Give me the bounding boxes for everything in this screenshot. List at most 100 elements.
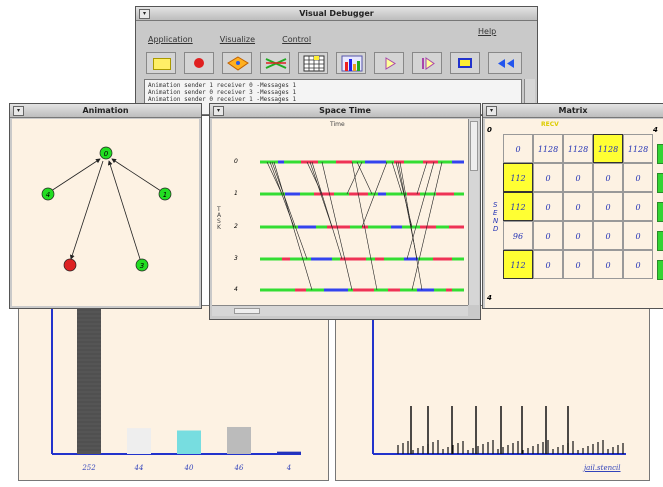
matrix-cell[interactable]: 0 <box>593 163 623 192</box>
matrix-side-tab[interactable] <box>657 231 663 251</box>
window-menu-icon[interactable]: ▾ <box>213 106 224 116</box>
diamond-icon <box>227 56 249 71</box>
matrix-title: Matrix <box>558 106 588 115</box>
node-1: 1 <box>158 187 172 201</box>
bar <box>277 451 301 454</box>
bar-value-label: 4 <box>286 464 291 472</box>
record-icon <box>194 58 204 68</box>
space-time-title: Space Time <box>319 106 371 115</box>
message-line <box>311 161 343 260</box>
matrix-cell[interactable]: 1128 <box>563 134 593 163</box>
scroll-thumb[interactable] <box>470 121 478 171</box>
matrix-cell[interactable]: 96 <box>503 221 533 250</box>
visual-debugger-window: ▾ Visual Debugger Application Visualize … <box>135 6 538 116</box>
svg-text:0: 0 <box>104 150 109 158</box>
tool-stop-button[interactable] <box>450 52 480 74</box>
matrix-cell[interactable]: 1128 <box>533 134 563 163</box>
log-line: Animation sender 0 receiver 1 -Messages … <box>148 96 297 103</box>
animation-graph: 0 4 1 3 <box>41 146 172 272</box>
matrix-cell[interactable]: 0 <box>533 221 563 250</box>
node-red <box>63 258 77 272</box>
matrix-cell[interactable]: 0 <box>623 192 653 221</box>
bar-value-label: 40 <box>184 464 194 472</box>
matrix-cell[interactable]: 0 <box>533 250 563 279</box>
matrix-cell[interactable]: 0 <box>593 250 623 279</box>
matrix-cell[interactable]: 0 <box>623 163 653 192</box>
corner-label: 4 <box>487 294 492 302</box>
animation-titlebar[interactable]: ▾ Animation <box>10 104 201 118</box>
stop-icon <box>458 58 472 68</box>
spike-plot-window: jail.stencil <box>335 305 650 481</box>
log-line: Animation sender 1 receiver 0 -Messages … <box>148 82 297 89</box>
svg-text:1: 1 <box>163 191 167 199</box>
matrix-grid: 0 1128 1128 1128 1128 112 0 0 0 0 112 0 0 0 0 96 0 0 0 0 112… <box>503 134 663 279</box>
matrix-cell[interactable]: 0 <box>623 250 653 279</box>
window-menu-icon[interactable]: ▾ <box>139 9 150 19</box>
arrows-icon <box>265 58 287 69</box>
matrix-side-tab[interactable] <box>657 144 663 164</box>
tool-grid-button[interactable] <box>298 52 328 74</box>
bar <box>227 426 251 454</box>
tool-arrows-button[interactable] <box>260 52 290 74</box>
matrix-cell[interactable]: 0 <box>593 221 623 250</box>
edge <box>111 158 165 194</box>
animation-title: Animation <box>82 106 129 115</box>
spike-plot-label: jail.stencil <box>584 464 621 472</box>
menu-help[interactable]: Help <box>478 27 496 36</box>
matrix-cell[interactable]: 112 <box>503 163 533 192</box>
matrix-cell[interactable]: 0 <box>593 192 623 221</box>
matrix-cell[interactable]: 0 <box>623 221 653 250</box>
message-line <box>416 161 428 195</box>
play-icon <box>385 57 396 70</box>
matrix-cell[interactable]: 0 <box>563 250 593 279</box>
edge <box>47 158 101 194</box>
matrix-side-tab[interactable] <box>657 260 663 280</box>
matrix-titlebar[interactable]: ▾ Matrix <box>483 104 663 118</box>
matrix-cell[interactable]: 112 <box>503 192 533 221</box>
bar <box>177 430 201 454</box>
tool-step-button[interactable] <box>412 52 442 74</box>
bar <box>127 428 151 454</box>
tool-record-button[interactable] <box>184 52 214 74</box>
matrix-cell[interactable]: 112 <box>503 250 533 279</box>
matrix-side-tab[interactable] <box>657 173 663 193</box>
matrix-cell[interactable]: 0 <box>533 163 563 192</box>
space-time-hscroll[interactable] <box>212 305 468 316</box>
tool-rewind-button[interactable] <box>488 52 522 74</box>
tool-diamond-button[interactable] <box>222 52 252 74</box>
matrix-cell[interactable]: 1128 <box>623 134 653 163</box>
menu-application[interactable]: Application <box>148 35 193 44</box>
log-line: Animation sender 0 receiver 3 -Messages … <box>148 89 297 96</box>
menu-visualize[interactable]: Visualize <box>220 35 255 44</box>
node-0: 0 <box>99 146 113 160</box>
tool-rectangle-button[interactable] <box>146 52 176 74</box>
matrix-canvas: 0 RECV 4 SEND 4 0 1128 1128 1128 1128 112 0 0 0 0… <box>485 119 663 308</box>
tool-bar-chart-button[interactable] <box>336 52 366 74</box>
visual-debugger-titlebar[interactable]: ▾ Visual Debugger <box>136 7 537 21</box>
matrix-side-tab[interactable] <box>657 202 663 222</box>
matrix-cell[interactable]: 1128 <box>593 134 623 163</box>
matrix-cell[interactable]: 0 <box>533 192 563 221</box>
spike-plot <box>372 306 626 455</box>
scroll-thumb[interactable] <box>234 308 260 314</box>
bar-chart-window: 252 44 40 46 4 <box>18 305 329 481</box>
grid-icon <box>303 55 325 72</box>
space-time-plot <box>260 160 464 292</box>
message-line <box>356 161 373 195</box>
node-3: 3 <box>135 258 149 272</box>
space-time-vscroll[interactable] <box>468 119 479 305</box>
visual-debugger-title: Visual Debugger <box>299 9 374 18</box>
space-time-titlebar[interactable]: ▾ Space Time <box>210 104 480 118</box>
matrix-cell[interactable]: 0 <box>563 192 593 221</box>
window-menu-icon[interactable]: ▾ <box>13 106 24 116</box>
window-menu-icon[interactable]: ▾ <box>486 106 497 116</box>
menu-control[interactable]: Control <box>282 35 311 44</box>
animation-canvas: 0 4 1 3 <box>12 119 199 306</box>
tool-play-button[interactable] <box>374 52 404 74</box>
matrix-cell[interactable]: 0 <box>563 163 593 192</box>
corner-label: 4 <box>653 126 658 134</box>
message-line <box>346 161 363 195</box>
matrix-cell[interactable]: 0 <box>563 221 593 250</box>
matrix-cell[interactable]: 0 <box>503 134 533 163</box>
rectangle-icon <box>153 58 171 70</box>
